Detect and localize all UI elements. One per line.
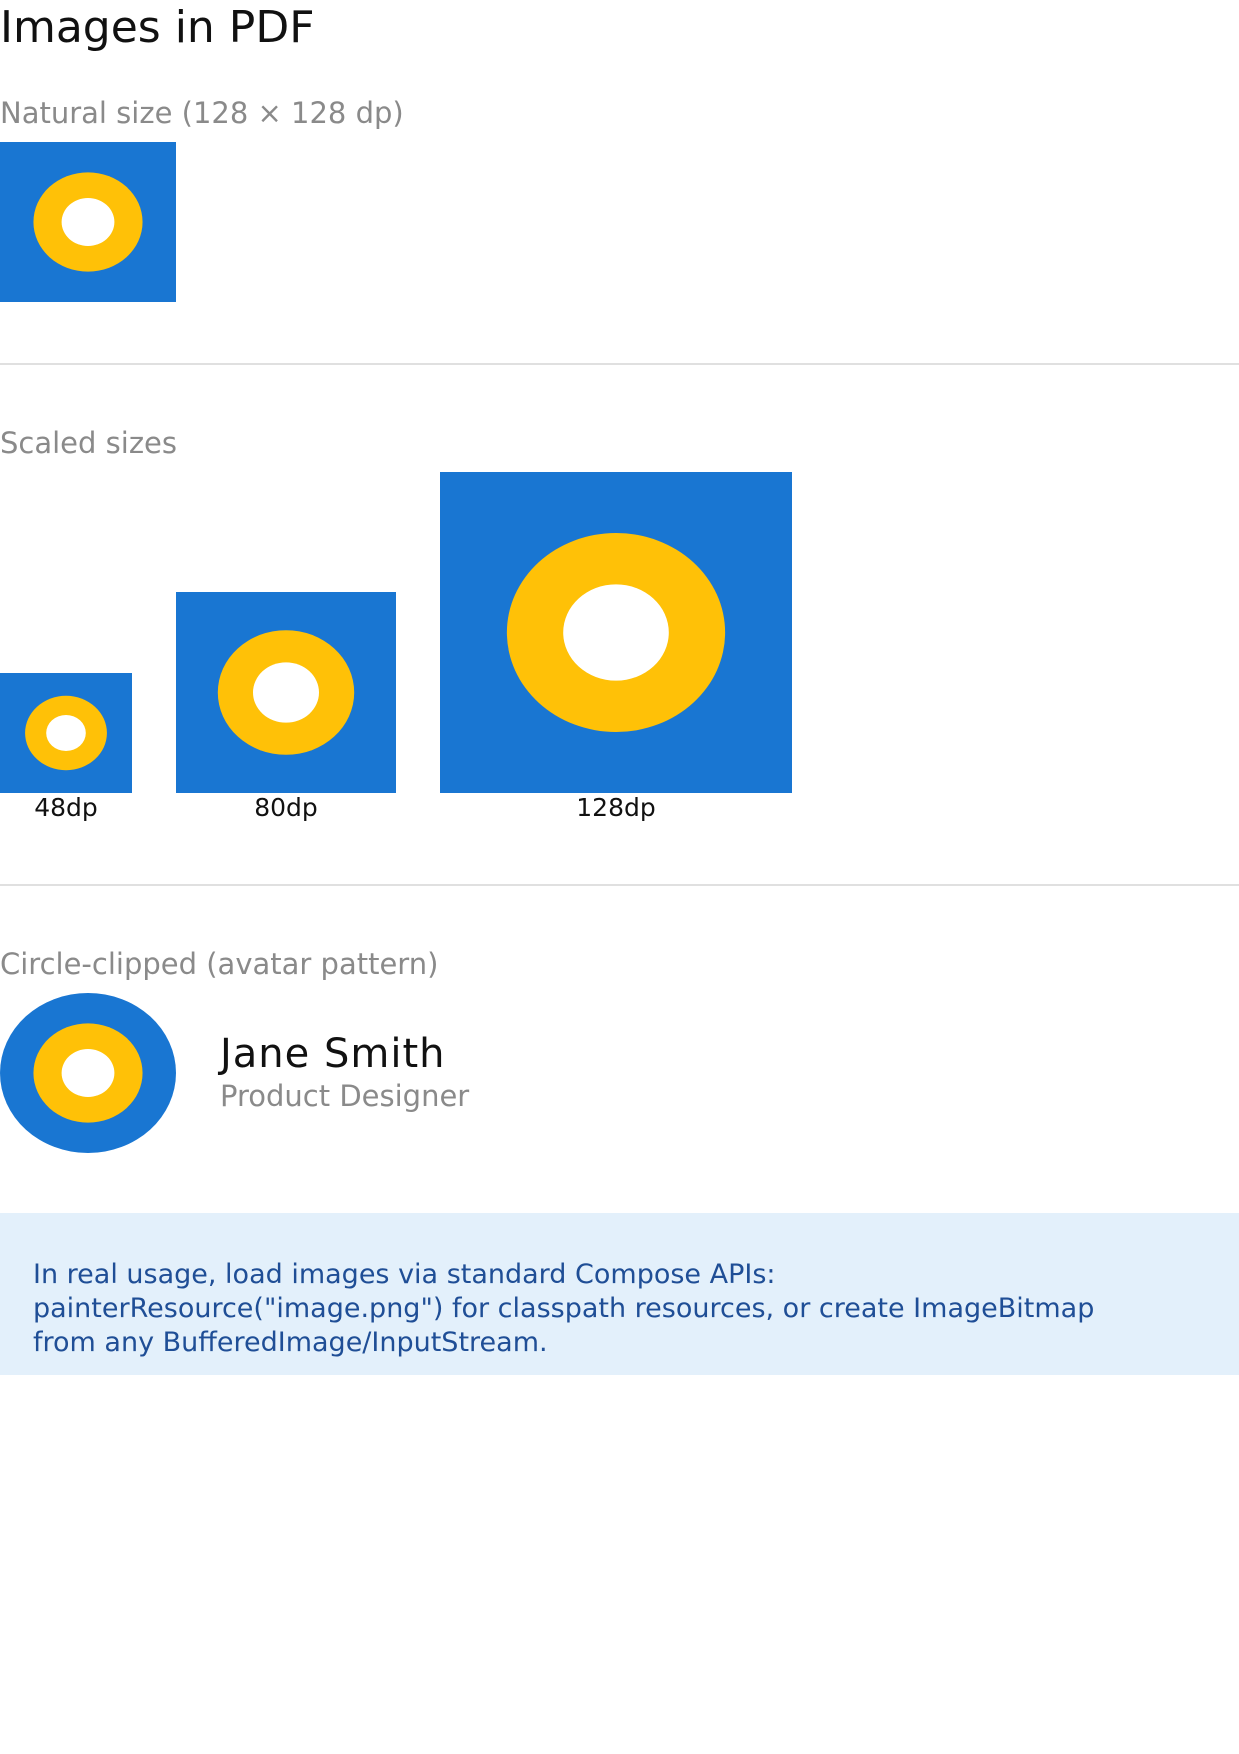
- scaled-sizes-label: Scaled sizes: [0, 426, 177, 460]
- scaled-caption-128dp: 128dp: [576, 793, 656, 822]
- page-title: Images in PDF: [0, 2, 315, 53]
- info-note-line: painterResource("image.png") for classpa…: [33, 1293, 1095, 1324]
- info-note-line: In real usage, load images via standard …: [33, 1259, 776, 1290]
- scaled-image-48dp: [0, 673, 132, 793]
- circle-clipped-label: Circle-clipped (avatar pattern): [0, 947, 439, 981]
- info-note-line: from any BufferedImage/InputStream.: [33, 1327, 548, 1358]
- scaled-image-128dp: [440, 472, 792, 793]
- scaled-image-80dp: [176, 592, 396, 793]
- natural-size-image: [0, 142, 176, 302]
- section-divider: [0, 884, 1239, 886]
- profile-name: Jane Smith: [220, 1031, 446, 1077]
- avatar: [0, 993, 176, 1153]
- section-divider: [0, 363, 1239, 365]
- info-note: In real usage, load images via standard …: [0, 1213, 1239, 1375]
- natural-size-label: Natural size (128 × 128 dp): [0, 96, 404, 130]
- profile-role: Product Designer: [220, 1079, 470, 1113]
- scaled-caption-48dp: 48dp: [34, 793, 98, 822]
- scaled-caption-80dp: 80dp: [254, 793, 318, 822]
